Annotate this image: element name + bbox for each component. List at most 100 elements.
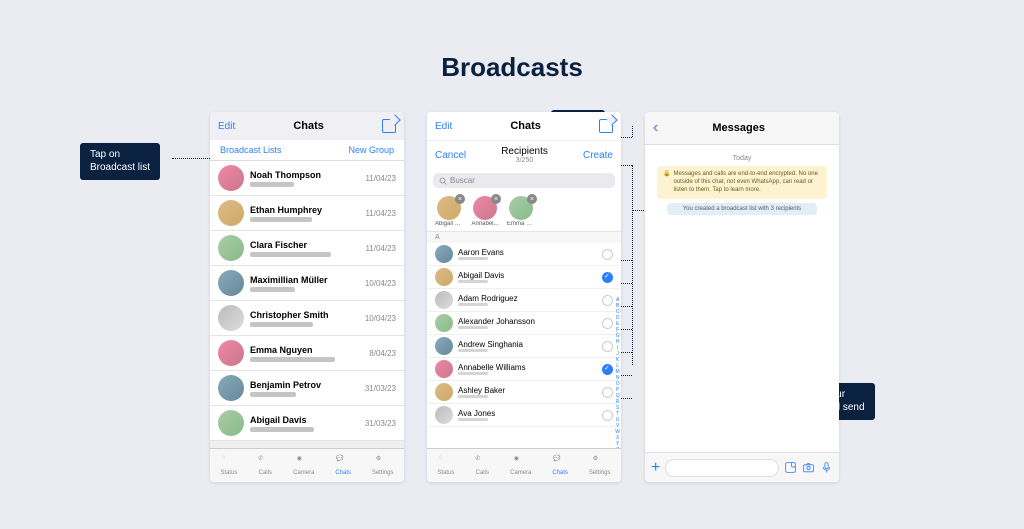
tab-status[interactable]: ◌Status [437, 455, 454, 476]
contact-row[interactable]: Aaron Evans [427, 243, 621, 266]
contact-row[interactable]: Annabelle Williams [427, 358, 621, 381]
contact-row[interactable]: Ava Jones [427, 404, 621, 427]
date-divider: Today [653, 155, 831, 162]
selected-name: Emma Ng... [507, 221, 535, 227]
selected-recipient[interactable]: × Emma Ng... [507, 196, 535, 227]
avatar [218, 235, 244, 261]
avatar [218, 410, 244, 436]
contact-row[interactable]: Alexander Johansson [427, 312, 621, 335]
checkbox[interactable] [602, 387, 613, 398]
selected-name: Annabel... [471, 221, 499, 227]
chat-row[interactable]: Christopher Smith 10/04/23 [210, 301, 404, 336]
chat-date: 8/04/23 [369, 349, 396, 358]
remove-icon[interactable]: × [527, 194, 537, 204]
contact-row[interactable]: Andrew Singhania [427, 335, 621, 358]
avatar [218, 305, 244, 331]
chat-name: Emma Nguyen [250, 345, 363, 355]
checkbox[interactable] [602, 249, 613, 260]
system-message: You created a broadcast list with 3 reci… [667, 203, 817, 215]
compose-icon[interactable] [599, 119, 613, 133]
avatar [435, 314, 453, 332]
avatar [218, 165, 244, 191]
checkbox[interactable] [602, 318, 613, 329]
contact-name: Abigail Davis [458, 271, 597, 280]
chat-name: Noah Thompson [250, 170, 359, 180]
section-header: A [427, 232, 621, 243]
chat-row[interactable]: Ethan Humphrey 11/04/23 [210, 196, 404, 231]
attach-button[interactable]: + [651, 459, 660, 477]
connector-line [172, 158, 210, 159]
tab-status[interactable]: ◌Status [220, 455, 237, 476]
remove-icon[interactable]: × [455, 194, 465, 204]
tab-calls[interactable]: ✆Calls [475, 455, 489, 476]
edit-button[interactable]: Edit [218, 121, 235, 132]
lock-icon: 🔒 [663, 171, 670, 194]
chat-name: Abigail Davis [250, 415, 359, 425]
create-button[interactable]: Create [583, 150, 613, 161]
message-input-bar: + [645, 452, 839, 482]
avatar [218, 200, 244, 226]
cancel-button[interactable]: Cancel [435, 150, 466, 161]
tab-camera[interactable]: ◉Camera [510, 455, 531, 476]
chat-date: 11/04/23 [365, 209, 396, 218]
avatar [435, 291, 453, 309]
broadcast-lists-button[interactable]: Broadcast Lists [220, 145, 282, 155]
encryption-notice[interactable]: 🔒Messages and calls are end-to-end encry… [657, 166, 827, 199]
tab-bar: ◌Status ✆Calls ◉Camera 💬Chats ⚙Settings [427, 448, 621, 482]
selected-recipient[interactable]: × Annabel... [471, 196, 499, 227]
camera-icon[interactable] [802, 461, 815, 474]
chat-name: Benjamin Petrov [250, 380, 359, 390]
callout-tap-broadcast: Tap on Broadcast list [80, 143, 160, 180]
header-title: Chats [452, 120, 599, 132]
chat-row[interactable]: Benjamin Petrov 31/03/23 [210, 371, 404, 406]
remove-icon[interactable]: × [491, 194, 501, 204]
alpha-index[interactable]: ABCDEFGHIJKLMNOPQRSTUVWXYZ [615, 297, 620, 453]
tab-calls[interactable]: ✆Calls [258, 455, 272, 476]
chat-date: 31/03/23 [365, 384, 396, 393]
sticker-icon[interactable] [784, 461, 797, 474]
contact-name: Andrew Singhania [458, 340, 597, 349]
selected-recipient[interactable]: × Abigail D... [435, 196, 463, 227]
tab-settings[interactable]: ⚙Settings [589, 455, 611, 476]
checkbox[interactable] [602, 295, 613, 306]
messages-header: ‹ Messages [645, 112, 839, 145]
search-placeholder: Buscar [450, 176, 475, 185]
contact-row[interactable]: Ashley Baker [427, 381, 621, 404]
mic-icon[interactable] [820, 461, 833, 474]
chat-row[interactable]: Emma Nguyen 8/04/23 [210, 336, 404, 371]
avatar [218, 270, 244, 296]
chat-name: Christopher Smith [250, 310, 359, 320]
chat-row[interactable]: Maximillian Müller 10/04/23 [210, 266, 404, 301]
checkbox[interactable] [602, 364, 613, 375]
avatar [435, 268, 453, 286]
contact-name: Ashley Baker [458, 386, 597, 395]
tab-settings[interactable]: ⚙Settings [372, 455, 394, 476]
chats-subrow: Broadcast Lists New Group [210, 140, 404, 161]
connector-line [632, 126, 633, 137]
phone-messages: ‹ Messages Today 🔒Messages and calls are… [645, 112, 839, 482]
contact-row[interactable]: Abigail Davis [427, 266, 621, 289]
tab-chats[interactable]: 💬Chats [552, 455, 568, 476]
edit-button[interactable]: Edit [435, 121, 452, 132]
chat-row[interactable]: Clara Fischer 11/04/23 [210, 231, 404, 266]
chat-name: Clara Fischer [250, 240, 359, 250]
chat-date: 31/03/23 [365, 419, 396, 428]
tab-camera[interactable]: ◉Camera [293, 455, 314, 476]
compose-icon[interactable] [382, 119, 396, 133]
checkbox[interactable] [602, 272, 613, 283]
connector-line [632, 165, 633, 365]
checkbox[interactable] [602, 341, 613, 352]
chat-row[interactable]: Noah Thompson 11/04/23 [210, 161, 404, 196]
contact-name: Ava Jones [458, 409, 597, 418]
tab-chats[interactable]: 💬Chats [335, 455, 351, 476]
new-group-button[interactable]: New Group [348, 145, 394, 155]
search-input[interactable]: Buscar [433, 173, 615, 188]
message-input[interactable] [665, 459, 779, 477]
chat-name: Maximillian Müller [250, 275, 359, 285]
avatar [218, 375, 244, 401]
checkbox[interactable] [602, 410, 613, 421]
chat-row[interactable]: Abigail Davis 31/03/23 [210, 406, 404, 441]
magnifier-icon [439, 177, 447, 185]
contact-row[interactable]: Adam Rodriguez [427, 289, 621, 312]
chat-name: Ethan Humphrey [250, 205, 359, 215]
